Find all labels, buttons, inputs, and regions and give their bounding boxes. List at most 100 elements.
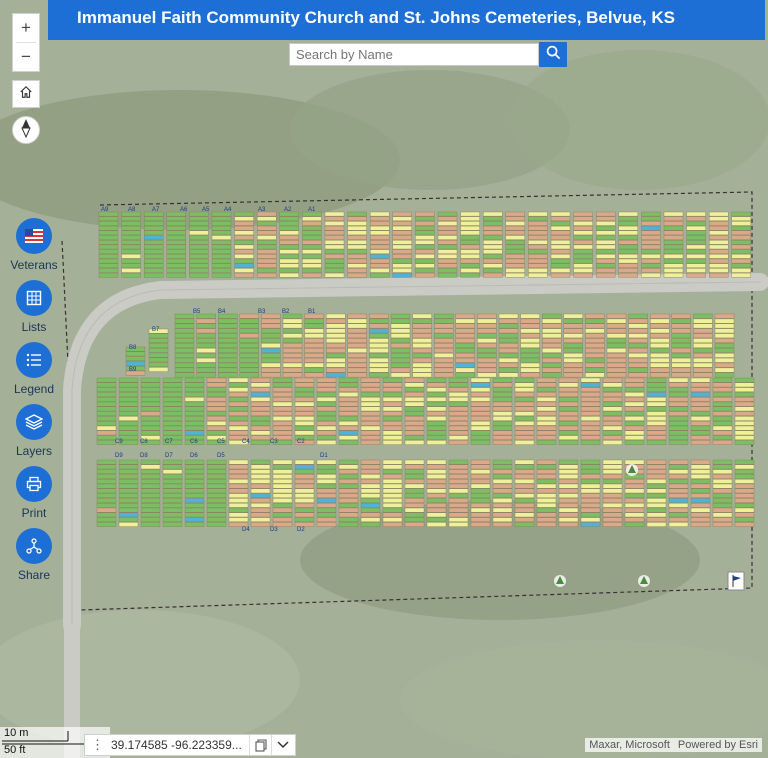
grave-plot[interactable] xyxy=(316,469,337,475)
grave-plot[interactable] xyxy=(477,333,497,339)
grave-plot[interactable] xyxy=(712,493,733,499)
grave-plot[interactable] xyxy=(338,464,359,470)
grave-plot[interactable] xyxy=(96,522,117,527)
grave-plot[interactable] xyxy=(602,483,623,489)
grave-plot[interactable] xyxy=(412,348,432,353)
grave-plot[interactable] xyxy=(734,459,755,465)
grave-plot[interactable] xyxy=(184,522,205,527)
grave-plot[interactable] xyxy=(166,263,187,269)
grave-plot[interactable] xyxy=(483,263,503,269)
grave-plot[interactable] xyxy=(650,357,670,363)
grave-plot[interactable] xyxy=(460,225,480,231)
grave-plot[interactable] xyxy=(426,464,447,470)
grave-plot[interactable] xyxy=(304,353,324,358)
grave-plot[interactable] xyxy=(542,357,562,363)
grave-plot[interactable] xyxy=(573,225,593,231)
grave-plot[interactable] xyxy=(470,483,491,489)
grave-plot[interactable] xyxy=(426,479,447,484)
grave-plot[interactable] xyxy=(234,230,254,236)
grave-plot[interactable] xyxy=(96,483,117,489)
grave-plot[interactable] xyxy=(536,440,557,445)
grave-plot[interactable] xyxy=(470,401,491,407)
grave-plot[interactable] xyxy=(261,333,281,339)
grave-plot[interactable] xyxy=(360,440,381,445)
grave-plot[interactable] xyxy=(448,440,469,445)
grave-plot[interactable] xyxy=(690,421,711,426)
grave-plot[interactable] xyxy=(390,318,411,324)
grave-plot[interactable] xyxy=(338,440,359,445)
grave-plot[interactable] xyxy=(96,392,117,397)
grave-plot[interactable] xyxy=(347,235,367,240)
grave-plot[interactable] xyxy=(455,357,475,363)
grave-plot[interactable] xyxy=(646,512,667,518)
grave-plot[interactable] xyxy=(426,416,447,421)
grave-plot[interactable] xyxy=(606,357,627,363)
compass-button[interactable] xyxy=(12,116,40,144)
grave-plot[interactable] xyxy=(624,479,645,484)
grave-plot[interactable] xyxy=(520,313,540,319)
grave-plot[interactable] xyxy=(412,318,432,324)
grave-plot[interactable] xyxy=(228,387,249,393)
grave-plot[interactable] xyxy=(550,211,571,217)
grave-plot[interactable] xyxy=(121,216,141,221)
grave-plot[interactable] xyxy=(671,313,691,319)
grave-plot[interactable] xyxy=(211,221,232,226)
grave-plot[interactable] xyxy=(573,235,593,240)
grave-plot[interactable] xyxy=(514,503,535,508)
grave-plot[interactable] xyxy=(324,211,345,217)
grave-plot[interactable] xyxy=(663,268,684,273)
grave-plot[interactable] xyxy=(712,517,733,522)
grave-plot[interactable] xyxy=(646,406,667,412)
grave-plot[interactable] xyxy=(668,522,689,527)
grave-plot[interactable] xyxy=(211,268,232,273)
grave-plot[interactable] xyxy=(162,474,183,479)
grave-plot[interactable] xyxy=(624,421,645,426)
grave-plot[interactable] xyxy=(663,211,684,217)
grave-plot[interactable] xyxy=(415,239,435,245)
grave-plot[interactable] xyxy=(448,488,469,494)
grave-plot[interactable] xyxy=(596,239,616,245)
grave-plot[interactable] xyxy=(326,343,346,348)
grave-plot[interactable] xyxy=(370,221,390,226)
grave-plot[interactable] xyxy=(174,362,195,368)
grave-plot[interactable] xyxy=(646,411,667,417)
grave-plot[interactable] xyxy=(338,421,359,426)
grave-plot[interactable] xyxy=(370,249,390,254)
grave-plot[interactable] xyxy=(505,258,525,264)
grave-plot[interactable] xyxy=(550,263,571,269)
grave-plot[interactable] xyxy=(166,230,187,236)
grave-plot[interactable] xyxy=(118,503,139,508)
grave-plot[interactable] xyxy=(404,430,425,436)
grave-plot[interactable] xyxy=(211,272,232,278)
grave-plot[interactable] xyxy=(316,421,337,426)
grave-plot[interactable] xyxy=(294,416,315,421)
grave-plot[interactable] xyxy=(437,230,458,236)
grave-plot[interactable] xyxy=(338,382,359,388)
grave-plot[interactable] xyxy=(347,313,367,319)
grave-plot[interactable] xyxy=(470,440,491,445)
grave-plot[interactable] xyxy=(693,348,713,353)
grave-plot[interactable] xyxy=(98,216,119,221)
grave-plot[interactable] xyxy=(514,392,535,397)
grave-plot[interactable] xyxy=(162,392,183,397)
grave-plot[interactable] xyxy=(390,338,411,344)
grave-plot[interactable] xyxy=(96,377,117,383)
grave-plot[interactable] xyxy=(140,392,161,397)
grave-plot[interactable] xyxy=(470,382,491,388)
grave-plot[interactable] xyxy=(98,244,119,250)
grave-plot[interactable] xyxy=(174,333,195,339)
grave-plot[interactable] xyxy=(412,338,432,344)
grave-plot[interactable] xyxy=(536,512,557,518)
grave-plot[interactable] xyxy=(437,249,458,254)
grave-plot[interactable] xyxy=(392,230,412,236)
share-tool[interactable]: Share xyxy=(0,528,68,588)
grave-plot[interactable] xyxy=(624,401,645,407)
grave-plot[interactable] xyxy=(228,488,249,494)
grave-plot[interactable] xyxy=(602,503,623,508)
grave-plot[interactable] xyxy=(272,406,293,412)
grave-plot[interactable] xyxy=(731,272,751,278)
grave-plot[interactable] xyxy=(573,254,593,259)
grave-plot[interactable] xyxy=(382,483,403,489)
grave-plot[interactable] xyxy=(602,469,623,475)
grave-plot[interactable] xyxy=(118,430,139,436)
